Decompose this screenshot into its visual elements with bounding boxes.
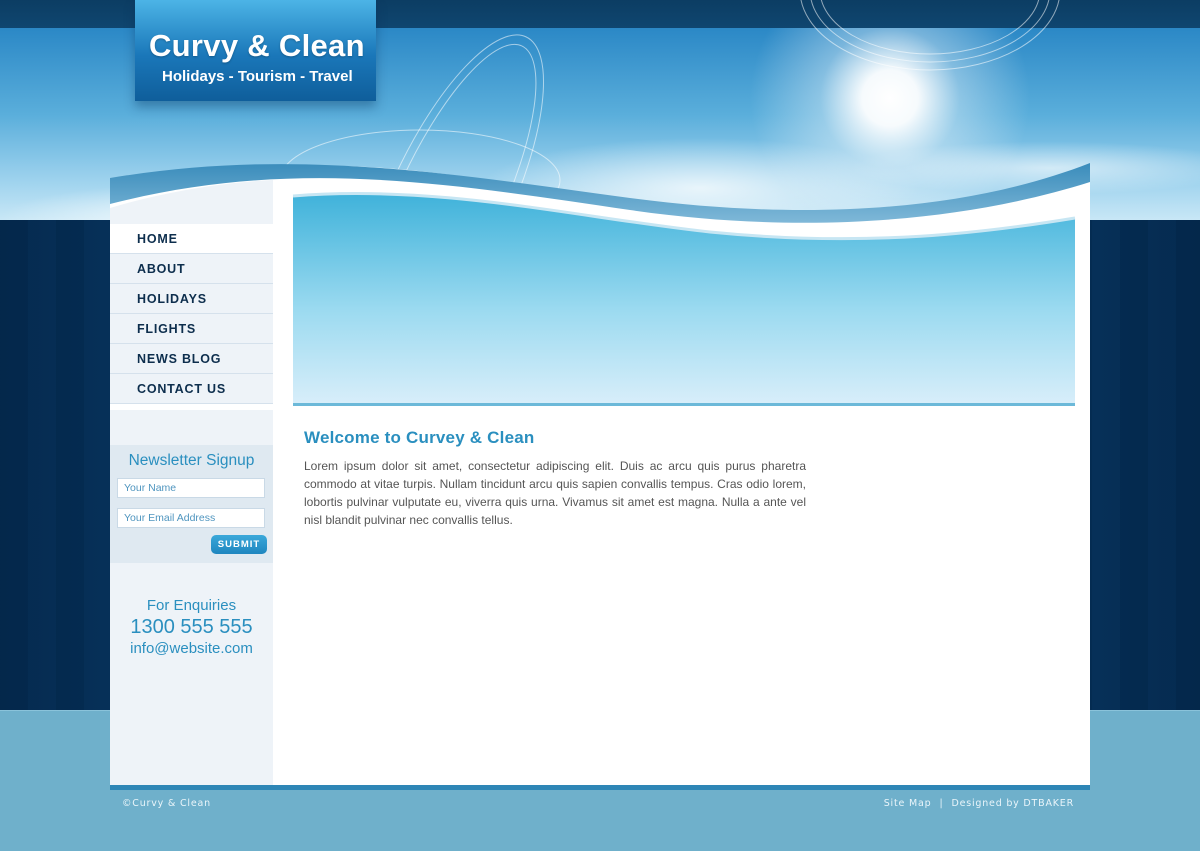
designer-credit-link[interactable]: Designed by DTBAKER xyxy=(951,798,1074,809)
nav-item-about[interactable]: ABOUT xyxy=(110,254,273,284)
nav-item-home[interactable]: HOME xyxy=(110,224,273,254)
nav-item-contact-us[interactable]: CONTACT US xyxy=(110,374,273,404)
footer-copyright: ©Curvy & Clean xyxy=(122,798,211,809)
nav-item-holidays[interactable]: HOLIDAYS xyxy=(110,284,273,314)
enquiries-phone: 1300 555 555 xyxy=(130,616,253,638)
name-input[interactable] xyxy=(117,478,265,498)
footer-links: Site Map | Designed by DTBAKER xyxy=(884,798,1074,809)
welcome-heading: Welcome to Curvey & Clean xyxy=(304,428,535,447)
nav-item-flights[interactable]: FLIGHTS xyxy=(110,314,273,344)
email-input[interactable] xyxy=(117,508,265,528)
nav-item-news-blog[interactable]: NEWS BLOG xyxy=(110,344,273,374)
newsletter-signup: Newsletter Signup SUBMIT xyxy=(110,445,273,563)
footer-separator: | xyxy=(939,798,944,809)
enquiries-label: For Enquiries xyxy=(146,597,237,614)
enquiries-email[interactable]: info@website.com xyxy=(110,640,273,657)
submit-button[interactable]: SUBMIT xyxy=(211,535,267,554)
newsletter-title: Newsletter Signup xyxy=(128,452,255,469)
site-logo[interactable]: Curvy & Clean Holidays - Tourism - Trave… xyxy=(135,0,376,101)
site-tagline: Holidays - Tourism - Travel xyxy=(162,68,353,85)
sitemap-link[interactable]: Site Map xyxy=(884,798,932,809)
welcome-paragraph: Lorem ipsum dolor sit amet, consectetur … xyxy=(304,459,806,527)
site-title: Curvy & Clean xyxy=(149,28,365,63)
main-navigation: HOME ABOUT HOLIDAYS FLIGHTS NEWS BLOG CO… xyxy=(110,224,273,404)
footer-divider xyxy=(110,785,1090,790)
